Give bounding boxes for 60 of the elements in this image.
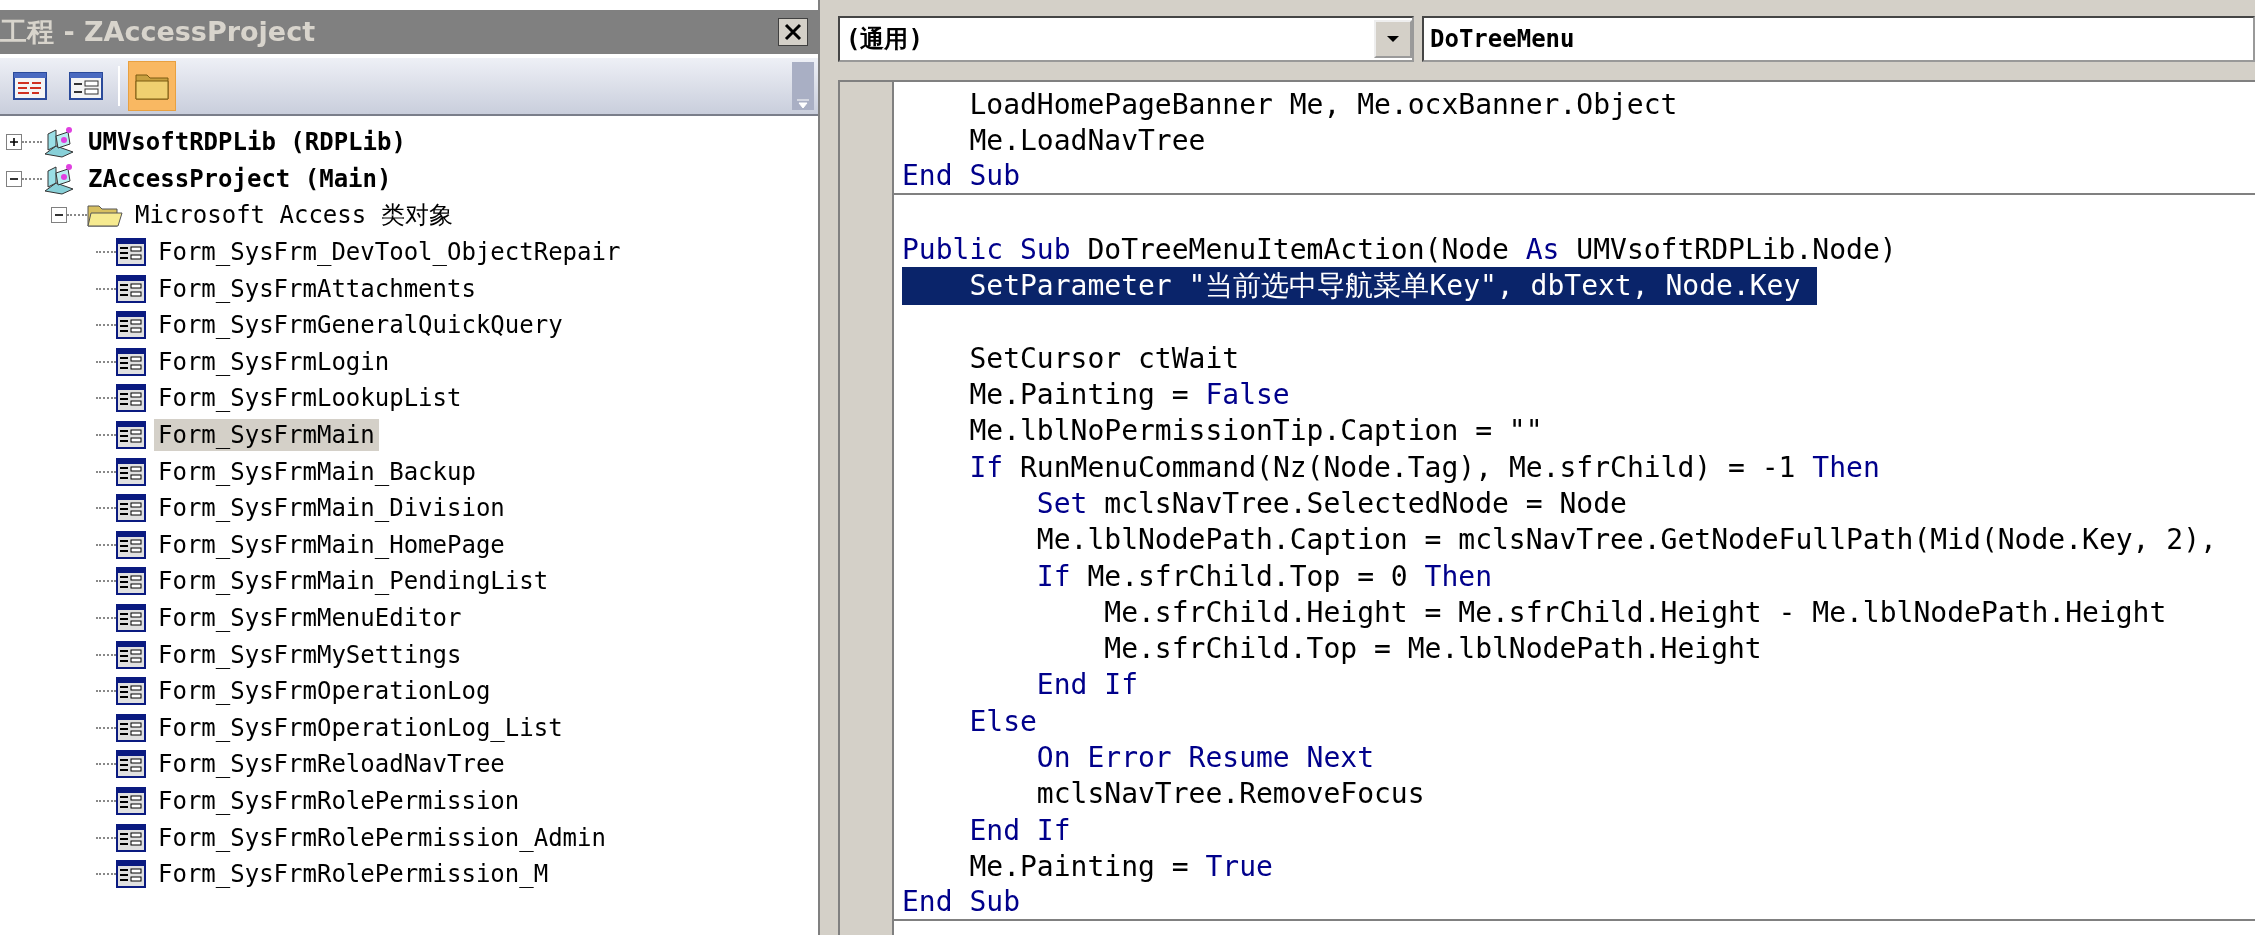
project-icon — [42, 126, 76, 159]
dropdown-value: DoTreeMenu — [1429, 25, 1575, 53]
form-icon — [116, 860, 146, 889]
dropdown-value: (通用) — [845, 24, 923, 55]
tree-item[interactable]: Form_SysFrmRolePermission_Admin — [154, 821, 610, 854]
tree-item[interactable]: Form_SysFrmRolePermission_M — [154, 858, 553, 891]
chevron-down-icon — [796, 98, 810, 110]
form-icon — [116, 530, 146, 559]
form-view-icon — [69, 72, 103, 100]
expand-toggle[interactable] — [51, 207, 67, 224]
tree-item[interactable]: Form_SysFrmMain_Backup — [154, 455, 480, 488]
tree-item[interactable]: Form_SysFrmRolePermission — [154, 785, 524, 817]
form-icon — [116, 640, 146, 669]
procedure-dropdown[interactable]: DoTreeMenu — [1422, 16, 2255, 62]
form-icon — [116, 713, 146, 742]
expand-toggle[interactable] — [6, 170, 22, 187]
form-icon — [116, 238, 146, 267]
tree-item[interactable]: Form_SysFrmReloadNavTree — [154, 748, 509, 781]
tree-item[interactable]: Microsoft Access 类对象 — [131, 197, 457, 234]
tree-item[interactable]: Form_SysFrmMain_PendingList — [154, 565, 553, 598]
dropdown-arrow-button[interactable] — [1374, 20, 1412, 58]
tree-item[interactable]: Form_SysFrmMenuEditor — [154, 602, 466, 634]
tree-item[interactable]: Form_SysFrmLogin — [154, 345, 394, 378]
folder-icon — [87, 202, 123, 229]
tree-item[interactable]: UMVsoftRDPLib (RDPLib) — [84, 126, 410, 159]
tree-item[interactable]: Form_SysFrmOperationLog_List — [154, 711, 567, 744]
panel-title: 工程 - ZAccessProject — [0, 15, 316, 49]
form-icon — [116, 384, 146, 413]
tree-item[interactable]: Form_SysFrmMain_Division — [154, 492, 509, 525]
expand-toggle[interactable] — [6, 134, 22, 151]
tree-item[interactable]: Form_SysFrmAttachments — [154, 272, 480, 305]
plus-icon — [9, 137, 19, 148]
tree-item[interactable]: Form_SysFrmOperationLog — [154, 675, 495, 708]
code-view-icon — [13, 72, 47, 100]
tree-item[interactable]: Form_SysFrmMySettings — [154, 638, 466, 671]
form-icon — [116, 457, 146, 486]
form-icon — [116, 494, 146, 523]
form-icon — [116, 787, 146, 815]
form-icon — [116, 274, 146, 303]
form-icon — [116, 604, 146, 632]
object-dropdown[interactable]: (通用) — [838, 16, 1414, 62]
tree-item[interactable]: Form_SysFrm_DevTool_ObjectRepair — [154, 236, 625, 269]
tree-item[interactable]: Form_SysFrmMain — [154, 419, 379, 452]
tree-item[interactable]: Form_SysFrmGeneralQuickQuery — [154, 309, 567, 342]
tree-item[interactable]: Form_SysFrmLookupList — [154, 382, 466, 415]
project-icon — [42, 162, 76, 195]
tree-item[interactable]: ZAccessProject (Main) — [84, 162, 396, 195]
close-button[interactable] — [778, 18, 808, 46]
tree-item[interactable]: Form_SysFrmMain_HomePage — [154, 528, 509, 561]
code-editor[interactable] — [894, 82, 2255, 935]
close-icon — [784, 23, 802, 41]
form-icon — [116, 823, 146, 852]
folder-icon — [135, 72, 169, 100]
form-icon — [116, 567, 146, 596]
form-icon — [116, 750, 146, 779]
form-icon — [116, 677, 146, 706]
form-icon — [116, 421, 146, 450]
form-icon — [116, 311, 146, 340]
caret-icon — [1386, 35, 1400, 43]
form-icon — [116, 347, 146, 376]
